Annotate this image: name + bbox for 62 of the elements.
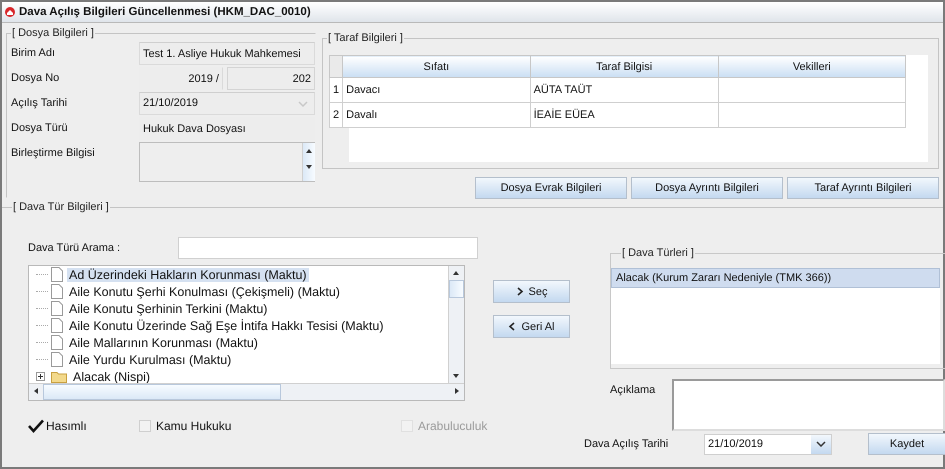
document-icon [51, 335, 63, 350]
group-label: [ Dava Tür Bilgileri ] [12, 200, 110, 214]
document-icon [51, 352, 63, 367]
checkbox[interactable] [138, 419, 154, 433]
button[interactable]: Taraf Ayrıntı Bilgileri [787, 177, 939, 199]
tree-view[interactable] [28, 265, 465, 401]
field-label: Dava Açılış Tarihi [584, 438, 670, 450]
field-label: Açılış Tarihi [11, 96, 68, 111]
field-label: Dosya Türü [11, 121, 69, 136]
row-number: 1 [330, 78, 343, 102]
right-chevron-icon [516, 287, 524, 296]
group-label: [ Taraf Bilgileri ] [327, 31, 404, 45]
tree-item[interactable]: Aile Konutu Şerhinin Terkini (Maktu) [67, 302, 270, 316]
button[interactable]: Geri Al [493, 315, 570, 338]
group-label: [ Dosya Bilgileri ] [11, 26, 95, 40]
table-cell: İEAİE EÜEA [530, 102, 718, 128]
text-area[interactable] [672, 379, 945, 431]
document-icon [51, 301, 63, 316]
field-label: Dava Türü Arama : [28, 242, 122, 254]
tree-item[interactable]: Ad Üzerindeki Hakların Korunması (Maktu) [67, 268, 309, 282]
save-button[interactable]: Kaydet [868, 433, 945, 455]
search-field[interactable] [178, 237, 478, 259]
group-label: [ Dava Türleri ] [621, 246, 695, 260]
table-corner [330, 56, 343, 78]
column-header[interactable]: Vekilleri [718, 56, 906, 78]
text-field[interactable]: 202 [227, 67, 315, 90]
text-field[interactable]: Test 1. Asliye Hukuk Mahkemesi [139, 42, 315, 65]
button[interactable]: Dosya Ayrıntı Bilgileri [631, 177, 783, 199]
field-label: Açıklama [610, 383, 656, 396]
document-icon [51, 267, 63, 282]
document-icon [51, 318, 63, 333]
spinner-field[interactable] [139, 142, 315, 182]
button[interactable]: Dosya Evrak Bilgileri [475, 177, 627, 199]
table-cell: Davalı [342, 102, 530, 128]
date-field[interactable]: 21/10/2019 [704, 434, 832, 454]
scrollbar[interactable] [448, 266, 464, 383]
tree-item[interactable]: Aile Konutu Şerhi Konulması (Çekişmeli) (Maktu) [67, 284, 342, 298]
table-cell: Davacı [342, 78, 530, 102]
row-number: 2 [330, 102, 343, 128]
tree-item[interactable]: Aile Mallarının Korunması (Maktu) [67, 336, 260, 350]
tree-item[interactable]: Aile Yurdu Kurulması (Maktu) [67, 352, 234, 366]
button[interactable]: Seç [493, 280, 570, 303]
app-icon [5, 7, 15, 17]
scrollbar[interactable] [29, 383, 464, 400]
column-header[interactable]: Taraf Bilgisi [530, 56, 718, 78]
column-header[interactable]: Sıfatı [342, 56, 530, 78]
tree-item[interactable]: Aile Konutu Üzerinde Sağ Eşe İntifa Hakkı Tesisi (Maktu) [67, 318, 386, 332]
field-label: Birleştirme Bilgisi [11, 146, 96, 161]
checkbox[interactable] [28, 419, 44, 433]
left-chevron-icon [508, 322, 516, 331]
window-title: Dava Açılış Bilgileri Güncellenmesi (HKM_DAC_0010) [19, 6, 311, 18]
scroll-thumb[interactable] [449, 280, 464, 298]
tree-item[interactable]: Alacak (Nispi) [71, 370, 152, 384]
field-label: Birim Adı [11, 46, 56, 61]
list-item[interactable]: Alacak (Kurum Zararı Nedeniyle (TMK 366)) [611, 268, 940, 288]
document-icon [51, 284, 63, 299]
checkbox-label: Hasımlı [46, 419, 87, 433]
scroll-thumb[interactable] [43, 384, 281, 400]
checkbox-label: Arabuluculuk [418, 419, 488, 433]
checkbox-label: Kamu Hukuku [156, 419, 232, 433]
field-label: Dosya No [11, 71, 60, 86]
table-cell: AÜTA TAÜT [530, 78, 718, 102]
